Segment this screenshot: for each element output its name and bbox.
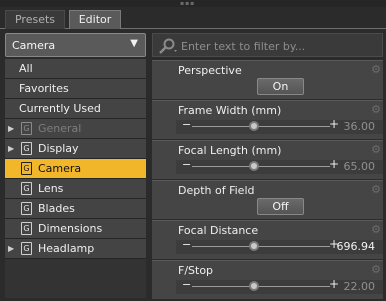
group-icon: G [21,202,32,215]
list-item-label: Currently Used [19,102,101,115]
gear-icon[interactable]: ⚙ [371,143,381,156]
filter-input[interactable] [181,37,377,55]
list-item-blades[interactable]: G Blades [5,199,146,219]
expand-arrow-icon[interactable]: ▶ [8,139,14,158]
tab-editor[interactable]: Editor [69,10,121,29]
list-item-label: All [19,62,33,75]
property-focal-distance: Focal Distance ⚙ − + 696.94 [152,220,383,259]
property-value[interactable]: 65.00 [344,160,376,173]
category-dropdown-value: Camera [12,39,56,52]
property-name: Frame Width (mm) [178,104,282,117]
gear-icon[interactable]: ⚙ [371,103,381,116]
list-item-general[interactable]: ▶ G General [5,119,146,139]
list-item-currently-used[interactable]: Currently Used [5,99,146,119]
list-item-all[interactable]: All [5,59,146,79]
slider-track[interactable] [192,126,330,127]
slider-track[interactable] [192,286,330,287]
list-item-label: Display [38,142,79,155]
perspective-toggle-button[interactable]: On [257,78,304,95]
left-panel: Camera ▼ All Favorites Currently Used ▶ … [5,33,146,298]
list-item-dimensions[interactable]: G Dimensions [5,219,146,239]
group-icon: G [21,162,32,175]
expand-arrow-icon[interactable]: ▶ [8,239,14,258]
decrement-icon[interactable]: − [182,238,191,251]
property-name: Focal Length (mm) [178,144,282,157]
tab-bar: Presets Editor [0,7,386,29]
dropdown-arrow-icon: ▼ [130,38,138,49]
property-f-stop: F/Stop ⚙ − + 22.00 [152,260,383,299]
property-name: F/Stop [178,264,214,277]
group-icon: G [21,122,32,135]
list-item-label: Lens [38,182,64,195]
slider-track[interactable] [192,246,330,247]
property-value[interactable]: 36.00 [344,120,376,133]
increment-icon[interactable]: + [329,277,339,291]
list-item-label: Blades [38,202,75,215]
group-icon: G [21,222,32,235]
increment-icon[interactable]: + [329,117,339,131]
property-frame-width: Frame Width (mm) ⚙ − + 36.00 [152,100,383,139]
list-item-label: Dimensions [38,222,103,235]
pane-grip[interactable]: ▪▪▪ [0,0,386,7]
property-value[interactable]: 696.94 [337,240,376,253]
list-item-headlamp[interactable]: ▶ G Headlamp [5,239,146,259]
property-name: Depth of Field [178,184,255,197]
property-panel: Perspective ⚙ On Frame Width (mm) ⚙ − + … [152,33,383,299]
property-perspective: Perspective ⚙ On [152,60,383,99]
gear-icon[interactable]: ⚙ [371,223,381,236]
decrement-icon[interactable]: − [182,278,191,291]
property-focal-length: Focal Length (mm) ⚙ − + 65.00 [152,140,383,179]
list-item-label: Headlamp [38,242,95,255]
tab-presets[interactable]: Presets [5,10,65,29]
property-depth-of-field: Depth of Field ⚙ Off [152,180,383,219]
decrement-icon[interactable]: − [182,158,191,171]
list-item-label: General [38,122,82,135]
list-item-lens[interactable]: G Lens [5,179,146,199]
gear-icon[interactable]: ⚙ [371,183,381,196]
increment-icon[interactable]: + [329,157,339,171]
group-icon: G [21,182,32,195]
decrement-icon[interactable]: − [182,118,191,131]
property-value[interactable]: 22.00 [344,280,376,293]
gear-icon[interactable]: ⚙ [371,263,381,276]
list-item-label: Favorites [19,82,69,95]
list-item-favorites[interactable]: Favorites [5,79,146,99]
category-dropdown[interactable]: Camera ▼ [5,33,146,57]
list-item-display[interactable]: ▶ G Display [5,139,146,159]
group-icon: G [21,242,32,255]
list-item-camera[interactable]: G Camera [5,159,146,179]
expand-arrow-icon[interactable]: ▶ [8,119,14,138]
category-list: All Favorites Currently Used ▶ G General… [5,59,146,298]
gear-icon[interactable]: ⚙ [371,63,381,76]
search-icon[interactable] [157,37,179,55]
filter-bar [152,33,383,57]
depth-of-field-toggle-button[interactable]: Off [257,198,304,215]
slider-track[interactable] [192,166,330,167]
list-item-label: Camera [38,162,82,175]
group-icon: G [21,142,32,155]
property-name: Perspective [178,64,242,77]
property-name: Focal Distance [178,224,259,237]
camera-editor-pane: ▪▪▪ Presets Editor Camera ▼ All Favorite… [0,0,386,301]
